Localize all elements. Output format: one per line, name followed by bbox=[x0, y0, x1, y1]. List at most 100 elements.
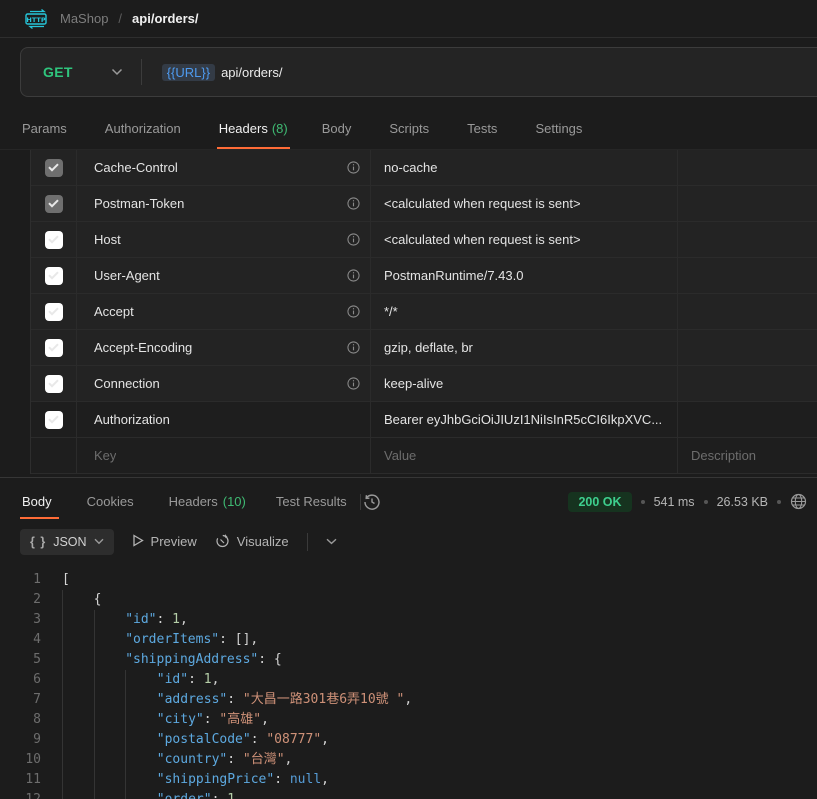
header-description[interactable] bbox=[678, 366, 817, 401]
header-checkbox[interactable] bbox=[45, 267, 63, 285]
indent-guide bbox=[94, 730, 126, 750]
url-variable-chip[interactable]: {{URL}} bbox=[162, 64, 215, 81]
header-value[interactable]: <calculated when request is sent> bbox=[384, 196, 581, 211]
request-url-bar: GET {{URL}} api/orders/ bbox=[20, 47, 817, 97]
code-token: "id" bbox=[157, 670, 188, 690]
line-number: 5 bbox=[0, 650, 62, 670]
code-line: 12 "order": 1 bbox=[0, 790, 817, 799]
method-selector[interactable]: GET bbox=[21, 64, 111, 80]
header-value[interactable]: gzip, deflate, br bbox=[384, 340, 473, 355]
header-row[interactable]: User-Agent PostmanRuntime/7.43.0 bbox=[31, 258, 817, 294]
header-value[interactable]: */* bbox=[384, 304, 398, 319]
header-row[interactable]: Cache-Control no-cache bbox=[31, 150, 817, 186]
visualize-button[interactable]: Visualize bbox=[215, 533, 289, 551]
code-token: : bbox=[227, 750, 243, 770]
chevron-down-icon bbox=[94, 538, 104, 545]
header-checkbox[interactable] bbox=[45, 231, 63, 249]
tab-params[interactable]: Params bbox=[20, 111, 73, 149]
header-checkbox[interactable] bbox=[45, 303, 63, 321]
header-row[interactable]: Postman-Token <calculated when request i… bbox=[31, 186, 817, 222]
tab-settings[interactable]: Settings bbox=[533, 111, 588, 149]
header-value[interactable]: <calculated when request is sent> bbox=[384, 232, 581, 247]
response-tab-cookies[interactable]: Cookies bbox=[85, 478, 141, 525]
header-key[interactable]: Accept bbox=[94, 304, 134, 319]
header-key[interactable]: Postman-Token bbox=[94, 196, 184, 211]
header-checkbox[interactable] bbox=[45, 339, 63, 357]
value-input-placeholder[interactable]: Value bbox=[384, 448, 416, 463]
response-history-icon[interactable] bbox=[363, 493, 381, 511]
breadcrumb-request-name[interactable]: api/orders/ bbox=[132, 11, 198, 26]
header-key[interactable]: User-Agent bbox=[94, 268, 160, 283]
code-line: 5 "shippingAddress": { bbox=[0, 650, 817, 670]
headers-table: Cache-Control no-cache Postman-Token <ca… bbox=[30, 150, 817, 474]
tab-headers[interactable]: Headers(8) bbox=[217, 111, 290, 149]
response-header: Body Cookies Headers(10) Test Results 20… bbox=[0, 478, 817, 525]
response-tab-test-results[interactable]: Test Results bbox=[274, 478, 354, 525]
indent-guide bbox=[62, 650, 94, 670]
format-select[interactable]: { } JSON bbox=[20, 529, 114, 555]
header-description[interactable] bbox=[678, 258, 817, 293]
globe-icon[interactable] bbox=[790, 493, 807, 510]
header-value[interactable]: PostmanRuntime/7.43.0 bbox=[384, 268, 523, 283]
header-row[interactable]: Accept */* bbox=[31, 294, 817, 330]
code-line: 4 "orderItems": [], bbox=[0, 630, 817, 650]
header-key[interactable]: Accept-Encoding bbox=[94, 340, 192, 355]
header-key[interactable]: Connection bbox=[94, 376, 160, 391]
response-tab-headers[interactable]: Headers(10) bbox=[167, 478, 248, 525]
description-input-placeholder[interactable]: Description bbox=[678, 438, 817, 473]
code-token: null bbox=[290, 770, 321, 790]
tab-body[interactable]: Body bbox=[320, 111, 358, 149]
chevron-down-icon[interactable] bbox=[111, 68, 123, 76]
preview-label: Preview bbox=[151, 534, 197, 549]
header-key[interactable]: Host bbox=[94, 232, 121, 247]
header-description[interactable] bbox=[678, 222, 817, 257]
header-description[interactable] bbox=[678, 294, 817, 329]
indent-guide bbox=[62, 750, 94, 770]
response-body-editor[interactable]: 1 [ 2 { 3 "id": 1, 4 "orderItems": [], 5… bbox=[0, 564, 817, 799]
header-description[interactable] bbox=[678, 330, 817, 365]
header-description[interactable] bbox=[678, 402, 817, 437]
new-header-row[interactable]: Key Value Description bbox=[31, 438, 817, 474]
indent-guide bbox=[94, 610, 126, 630]
response-size: 26.53 KB bbox=[717, 495, 768, 509]
status-badge[interactable]: 200 OK bbox=[568, 492, 631, 512]
header-key[interactable]: Cache-Control bbox=[94, 160, 178, 175]
indent-guide bbox=[125, 750, 157, 770]
chevron-down-icon[interactable] bbox=[326, 538, 337, 545]
response-tab-body[interactable]: Body bbox=[20, 478, 59, 525]
header-checkbox[interactable] bbox=[45, 195, 63, 213]
header-value[interactable]: no-cache bbox=[384, 160, 437, 175]
header-checkbox[interactable] bbox=[45, 411, 63, 429]
header-value[interactable]: Bearer eyJhbGciOiJIUzI1NiIsInR5cCI6IkpXV… bbox=[384, 412, 662, 427]
response-toolbar: { } JSON Preview Visualize bbox=[0, 525, 817, 564]
breadcrumb-collection[interactable]: MaShop bbox=[60, 11, 108, 26]
header-value[interactable]: keep-alive bbox=[384, 376, 443, 391]
code-token: : bbox=[227, 690, 243, 710]
tab-authorization[interactable]: Authorization bbox=[103, 111, 187, 149]
header-row[interactable]: Host <calculated when request is sent> bbox=[31, 222, 817, 258]
breadcrumb-bar: HTTP MaShop / api/orders/ bbox=[0, 0, 817, 38]
code-token: : [], bbox=[219, 630, 258, 650]
code-token: : bbox=[274, 770, 290, 790]
preview-button[interactable]: Preview bbox=[132, 534, 197, 550]
header-checkbox[interactable] bbox=[45, 375, 63, 393]
header-row[interactable]: Authorization Bearer eyJhbGciOiJIUzI1NiI… bbox=[31, 402, 817, 438]
header-checkbox[interactable] bbox=[45, 159, 63, 177]
indent-guide bbox=[62, 690, 94, 710]
indent-guide bbox=[94, 770, 126, 790]
header-description[interactable] bbox=[678, 186, 817, 221]
tab-scripts[interactable]: Scripts bbox=[387, 111, 435, 149]
request-bar-section: GET {{URL}} api/orders/ bbox=[0, 38, 817, 109]
code-token: , bbox=[212, 670, 220, 690]
visualize-label: Visualize bbox=[237, 534, 289, 549]
indent-guide bbox=[94, 710, 126, 730]
header-description[interactable] bbox=[678, 150, 817, 185]
url-input[interactable]: api/orders/ bbox=[221, 65, 282, 80]
header-row[interactable]: Connection keep-alive bbox=[31, 366, 817, 402]
indent-guide bbox=[62, 630, 94, 650]
header-row[interactable]: Accept-Encoding gzip, deflate, br bbox=[31, 330, 817, 366]
key-input-placeholder[interactable]: Key bbox=[94, 448, 116, 463]
code-token: "postalCode" bbox=[157, 730, 251, 750]
header-key[interactable]: Authorization bbox=[94, 412, 170, 427]
tab-tests[interactable]: Tests bbox=[465, 111, 503, 149]
